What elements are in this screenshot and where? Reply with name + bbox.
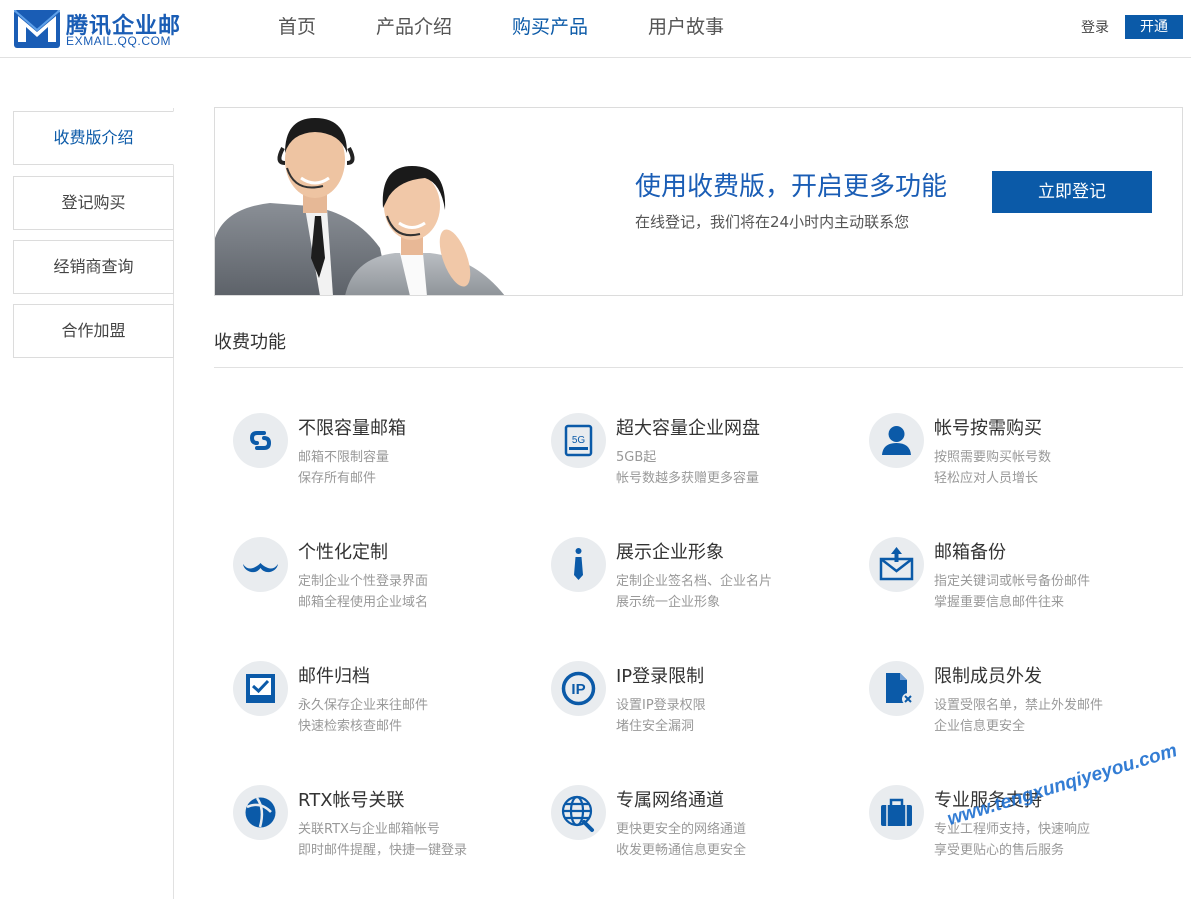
feature-desc: 掌握重要信息邮件往来 [934, 595, 1065, 610]
sidebar-item-register-buy[interactable]: 登记购买 [13, 176, 174, 230]
feature-title: 不限容量邮箱 [298, 418, 406, 439]
feature-desc: 设置受限名单，禁止外发邮件 [934, 698, 1104, 713]
feature-restrict-outgoing: 限制成员外发 设置受限名单，禁止外发邮件 企业信息更安全 [869, 661, 1169, 751]
banner-subtitle: 在线登记，我们将在24小时内主动联系您 [635, 213, 910, 231]
section-title: 收费功能 [214, 332, 286, 353]
feature-unlimited-mailbox: 不限容量邮箱 邮箱不限制容量 保存所有邮件 [233, 413, 533, 503]
main-nav: 首页 产品介绍 购买产品 用户故事 [248, 0, 754, 58]
sidebar-item-partnership[interactable]: 合作加盟 [13, 304, 174, 358]
feature-title: 限制成员外发 [934, 666, 1042, 687]
feature-customization: 个性化定制 定制企业个性登录界面 邮箱全程使用企业域名 [233, 537, 533, 627]
customer-service-photo [215, 118, 505, 295]
promo-banner: 使用收费版，开启更多功能 在线登记，我们将在24小时内主动联系您 立即登记 [214, 107, 1183, 296]
logo-mail-icon [14, 10, 60, 48]
feature-title: 超大容量企业网盘 [616, 418, 760, 439]
feature-desc: 定制企业个性登录界面 [298, 574, 429, 589]
feature-title: 专属网络通道 [616, 790, 724, 811]
feature-title: 帐号按需购买 [934, 418, 1042, 439]
feature-desc: 保存所有邮件 [298, 471, 377, 486]
link-icon [233, 413, 288, 468]
file-block-icon [869, 661, 924, 716]
feature-account-on-demand: 帐号按需购买 按照需要购买帐号数 轻松应对人员增长 [869, 413, 1169, 503]
feature-mail-backup: 邮箱备份 指定关键词或帐号备份邮件 掌握重要信息邮件往来 [869, 537, 1169, 627]
svg-text:5G: 5G [572, 435, 586, 446]
feature-title: RTX帐号关联 [298, 790, 405, 811]
svg-text:IP: IP [571, 681, 585, 698]
briefcase-icon [869, 785, 924, 840]
feature-desc: 企业信息更安全 [934, 719, 1026, 734]
feature-desc: 收发更畅通信息更安全 [616, 843, 747, 858]
feature-dedicated-network: 专属网络通道 更快更安全的网络通道 收发更畅通信息更安全 [551, 785, 851, 875]
disk-5g-icon: 5G [551, 413, 606, 468]
feature-desc: 展示统一企业形象 [616, 595, 721, 610]
feature-rtx-link: RTX帐号关联 关联RTX与企业邮箱帐号 即时邮件提醒，快捷一键登录 [233, 785, 533, 875]
feature-desc: 即时邮件提醒，快捷一键登录 [298, 843, 468, 858]
feature-desc: 指定关键词或帐号备份邮件 [934, 574, 1091, 589]
login-link[interactable]: 登录 [1081, 17, 1109, 37]
feature-desc: 邮箱全程使用企业域名 [298, 595, 429, 610]
tie-icon [551, 537, 606, 592]
nav-products[interactable]: 产品介绍 [346, 0, 482, 58]
logo-subtitle: EXMAIL.QQ.COM [66, 34, 172, 48]
globe-wrench-icon [551, 785, 606, 840]
feature-desc: 邮箱不限制容量 [298, 450, 390, 465]
register-now-button[interactable]: 立即登记 [992, 171, 1152, 213]
feature-title: 个性化定制 [298, 542, 388, 563]
feature-desc: 5GB起 [616, 450, 657, 465]
sidebar-item-dealer-query[interactable]: 经销商查询 [13, 240, 174, 294]
sidebar-item-paid-intro[interactable]: 收费版介绍 [13, 111, 174, 165]
archive-icon [233, 661, 288, 716]
rtx-icon [233, 785, 288, 840]
top-header: 腾讯企业邮 EXMAIL.QQ.COM 首页 产品介绍 购买产品 用户故事 登录… [0, 0, 1191, 58]
feature-title: 展示企业形象 [616, 542, 724, 563]
user-icon [869, 413, 924, 468]
section-divider [214, 367, 1183, 368]
feature-corporate-image: 展示企业形象 定制企业签名档、企业名片 展示统一企业形象 [551, 537, 851, 627]
feature-title: IP登录限制 [616, 666, 705, 687]
feature-title: 邮箱备份 [934, 542, 1006, 563]
feature-mail-archive: 邮件归档 永久保存企业来往邮件 快速检索核查邮件 [233, 661, 533, 751]
nav-stories[interactable]: 用户故事 [618, 0, 754, 58]
feature-title: 邮件归档 [298, 666, 370, 687]
ip-icon: IP [551, 661, 606, 716]
open-account-button[interactable]: 开通 [1125, 15, 1183, 39]
nav-buy[interactable]: 购买产品 [482, 0, 618, 58]
feature-desc: 享受更贴心的售后服务 [934, 843, 1065, 858]
feature-desc: 快速检索核查邮件 [298, 719, 403, 734]
logo[interactable]: 腾讯企业邮 EXMAIL.QQ.COM [14, 9, 189, 49]
feature-desc: 按照需要购买帐号数 [934, 450, 1052, 465]
feature-cloud-disk: 5G 超大容量企业网盘 5GB起 帐号数越多获赠更多容量 [551, 413, 851, 503]
feature-ip-restriction: IP IP登录限制 设置IP登录权限 堵住安全漏洞 [551, 661, 851, 751]
feature-desc: 轻松应对人员增长 [934, 471, 1039, 486]
feature-desc: 关联RTX与企业邮箱帐号 [298, 822, 440, 837]
feature-desc: 设置IP登录权限 [616, 698, 706, 713]
mustache-icon [233, 537, 288, 592]
feature-desc: 定制企业签名档、企业名片 [616, 574, 773, 589]
mail-backup-icon [869, 537, 924, 592]
nav-home[interactable]: 首页 [248, 0, 346, 58]
feature-desc: 永久保存企业来往邮件 [298, 698, 429, 713]
feature-desc: 堵住安全漏洞 [616, 719, 695, 734]
banner-title: 使用收费版，开启更多功能 [635, 172, 948, 202]
feature-desc: 帐号数越多获赠更多容量 [616, 471, 760, 486]
feature-desc: 更快更安全的网络通道 [616, 822, 747, 837]
